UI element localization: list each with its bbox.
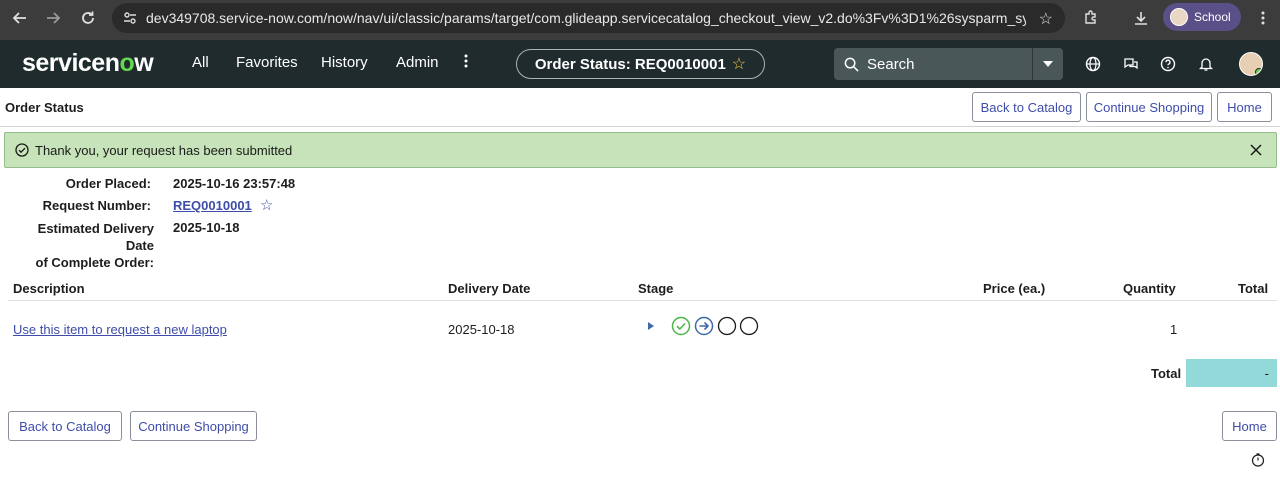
- column-header-description: Description: [13, 281, 85, 296]
- request-number-label: Request Number:: [42, 198, 151, 213]
- chat-icon[interactable]: [1122, 55, 1140, 73]
- context-status-text: Order Status: REQ0010001: [534, 55, 726, 73]
- stage-complete-icon: [671, 316, 691, 339]
- order-total-value: -: [1186, 359, 1277, 387]
- globe-icon[interactable]: [1084, 55, 1102, 73]
- bookmark-star-icon[interactable]: ☆: [1039, 9, 1053, 29]
- favorite-star-icon[interactable]: ☆: [732, 54, 746, 74]
- request-favorite-star-icon[interactable]: ☆: [260, 196, 273, 214]
- stage-pending-icon: [717, 316, 737, 339]
- request-number-link[interactable]: REQ0010001: [173, 198, 252, 213]
- nav-history[interactable]: History: [321, 54, 368, 71]
- response-time-icon[interactable]: [1251, 453, 1265, 470]
- order-placed-label: Order Placed:: [65, 176, 151, 191]
- item-delivery-date: 2025-10-18: [448, 322, 515, 337]
- estimated-delivery-label-line2: of Complete Order:: [35, 255, 154, 270]
- nav-all[interactable]: All: [192, 54, 209, 71]
- alert-message: Thank you, your request has been submitt…: [35, 142, 293, 158]
- stage-tracker: [647, 316, 767, 336]
- back-arrow-icon[interactable]: [6, 4, 34, 32]
- stage-in-progress-icon: [694, 316, 714, 339]
- estimated-delivery-value: 2025-10-18: [173, 220, 240, 235]
- extensions-icon[interactable]: [1077, 4, 1105, 32]
- download-icon[interactable]: [1127, 4, 1155, 32]
- help-icon[interactable]: [1159, 55, 1177, 73]
- back-to-catalog-button-bottom[interactable]: Back to Catalog: [8, 411, 122, 441]
- order-placed-value: 2025-10-16 23:57:48: [173, 176, 296, 191]
- more-menu-icon[interactable]: [464, 54, 468, 72]
- column-header-price: Price (ea.): [983, 281, 1046, 296]
- item-description-link[interactable]: Use this item to request a new laptop: [13, 322, 227, 337]
- address-bar[interactable]: dev349708.service-now.com/now/nav/ui/cla…: [112, 3, 1065, 33]
- table-header-divider: [8, 300, 1277, 301]
- presence-indicator: [1255, 68, 1262, 75]
- close-icon[interactable]: [1248, 142, 1264, 158]
- expand-stage-icon[interactable]: [647, 319, 655, 334]
- column-header-quantity: Quantity: [1123, 281, 1176, 296]
- servicenow-logo[interactable]: servicenow: [22, 49, 154, 78]
- notification-bell-icon[interactable]: [1197, 55, 1215, 73]
- column-header-stage: Stage: [638, 281, 674, 296]
- order-total-text: -: [1264, 365, 1269, 381]
- nav-admin[interactable]: Admin: [396, 54, 439, 71]
- browser-profile-button[interactable]: School: [1163, 3, 1241, 31]
- profile-label: School: [1194, 10, 1231, 24]
- global-search[interactable]: Search: [834, 48, 1063, 80]
- continue-shopping-button-top[interactable]: Continue Shopping: [1086, 92, 1212, 122]
- estimated-delivery-label-line1: Estimated Delivery Date: [37, 221, 154, 253]
- forward-arrow-icon[interactable]: [39, 4, 67, 32]
- title-divider: [0, 126, 1280, 127]
- home-button-top[interactable]: Home: [1217, 92, 1272, 122]
- context-status-pill[interactable]: Order Status: REQ0010001 ☆: [516, 49, 765, 79]
- user-avatar[interactable]: [1239, 52, 1263, 76]
- profile-avatar-icon: [1170, 8, 1188, 26]
- browser-toolbar: dev349708.service-now.com/now/nav/ui/cla…: [0, 0, 1280, 40]
- column-header-total: Total: [1238, 281, 1269, 296]
- column-header-delivery-date: Delivery Date: [448, 281, 531, 296]
- item-quantity: 1: [1170, 322, 1178, 337]
- browser-menu-icon[interactable]: [1249, 4, 1277, 32]
- continue-shopping-button-bottom[interactable]: Continue Shopping: [130, 411, 257, 441]
- app-header: servicenow All Favorites History Admin O…: [0, 40, 1280, 88]
- page-title: Order Status: [5, 100, 84, 115]
- reload-icon[interactable]: [74, 4, 102, 32]
- search-placeholder: Search: [867, 55, 915, 73]
- order-total-label: Total: [1151, 366, 1182, 381]
- check-circle-icon: [15, 143, 29, 157]
- url-text[interactable]: dev349708.service-now.com/now/nav/ui/cla…: [146, 10, 1026, 26]
- search-icon: [844, 57, 859, 72]
- search-scope-dropdown[interactable]: [1032, 48, 1063, 80]
- success-alert: Thank you, your request has been submitt…: [4, 132, 1277, 168]
- stage-pending-icon: [739, 316, 759, 339]
- back-to-catalog-button-top[interactable]: Back to Catalog: [972, 92, 1081, 122]
- estimated-delivery-label: Estimated Delivery Date of Complete Orde…: [8, 220, 154, 271]
- site-settings-icon[interactable]: [122, 10, 138, 26]
- home-button-bottom[interactable]: Home: [1222, 411, 1277, 441]
- nav-favorites[interactable]: Favorites: [236, 54, 298, 71]
